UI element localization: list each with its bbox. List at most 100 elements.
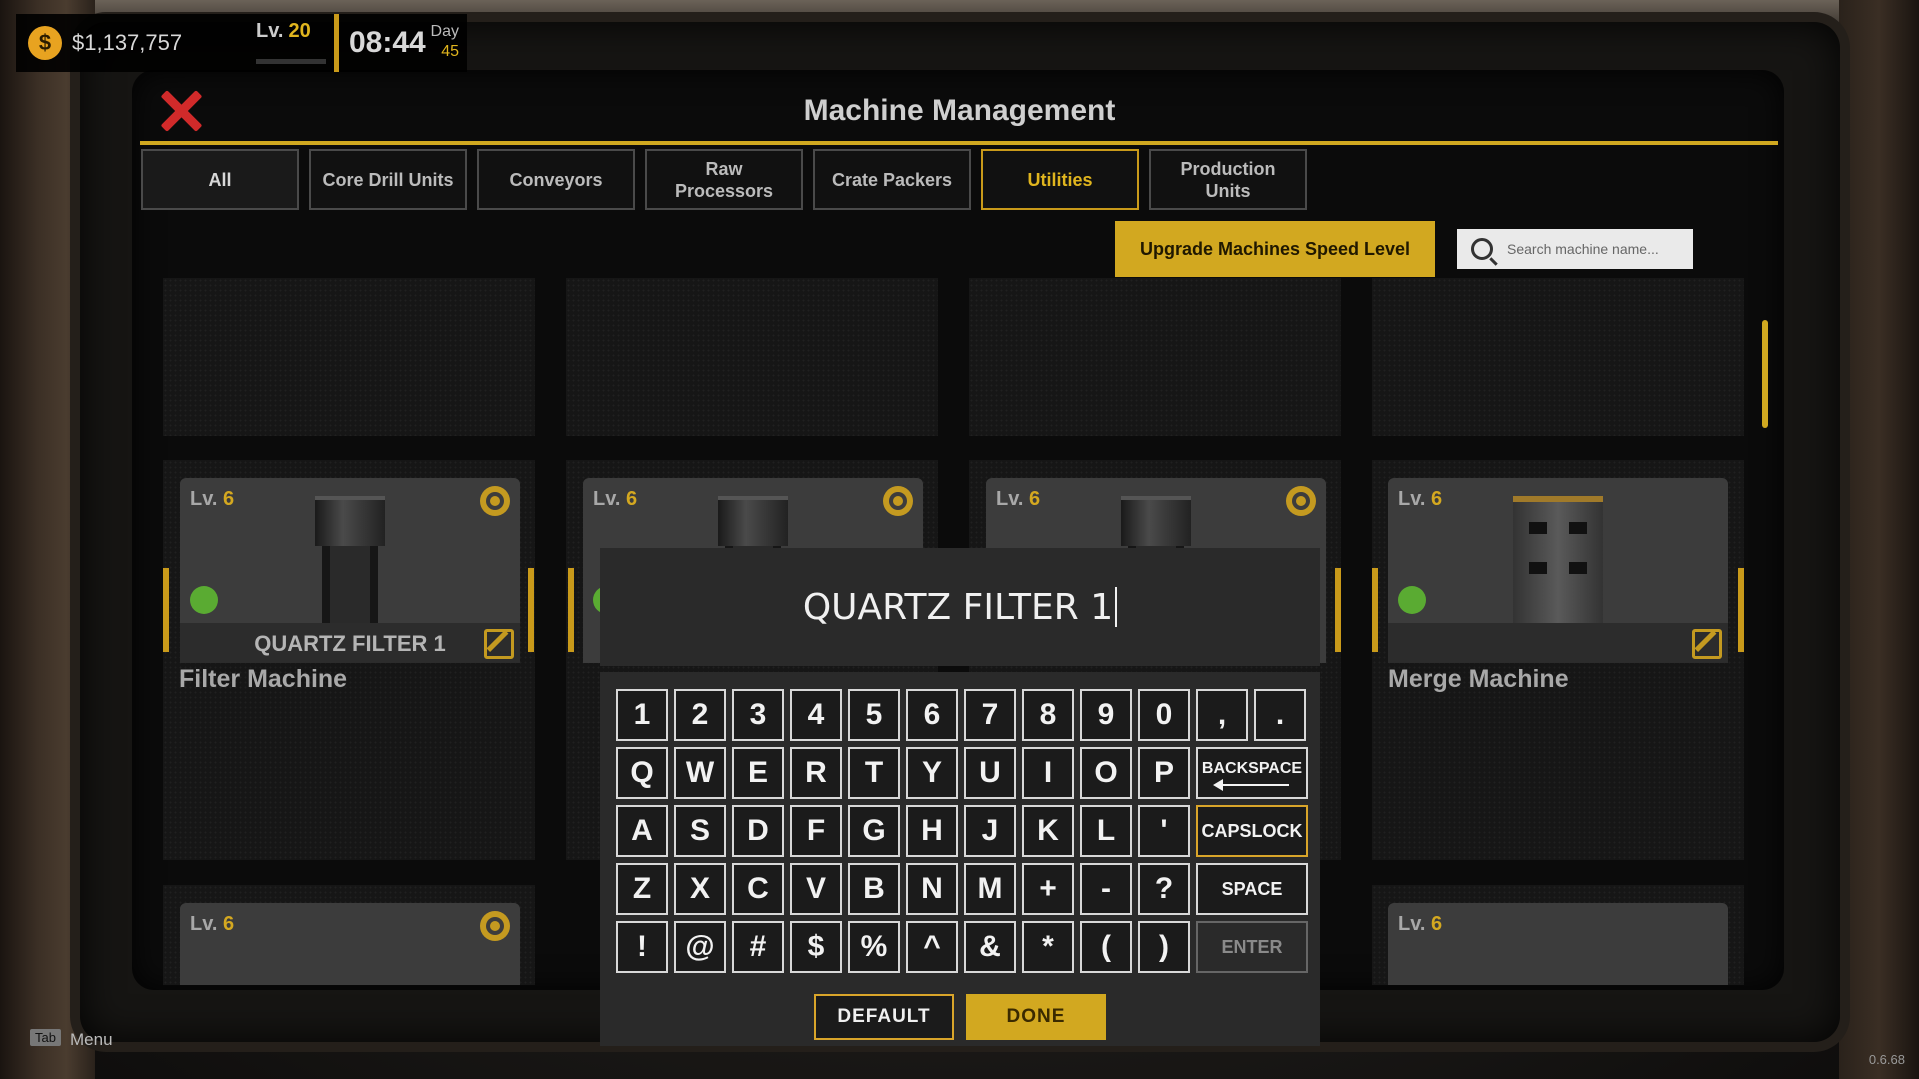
- level-value: 20: [288, 20, 311, 42]
- key[interactable]: G: [848, 805, 900, 857]
- key[interactable]: S: [674, 805, 726, 857]
- key[interactable]: I: [1022, 747, 1074, 799]
- key[interactable]: A: [616, 805, 668, 857]
- search-box[interactable]: Search machine name...: [1457, 229, 1693, 269]
- key[interactable]: K: [1022, 805, 1074, 857]
- default-button[interactable]: DEFAULT: [814, 994, 954, 1040]
- key[interactable]: 6: [906, 689, 958, 741]
- key[interactable]: H: [906, 805, 958, 857]
- key[interactable]: *: [1022, 921, 1074, 973]
- key[interactable]: ,: [1196, 689, 1248, 741]
- key[interactable]: &: [964, 921, 1016, 973]
- key[interactable]: 2: [674, 689, 726, 741]
- key[interactable]: @: [674, 921, 726, 973]
- key[interactable]: 8: [1022, 689, 1074, 741]
- key[interactable]: L: [1080, 805, 1132, 857]
- search-input[interactable]: Search machine name...: [1507, 241, 1659, 257]
- tab-conveyors[interactable]: Conveyors: [477, 149, 635, 210]
- capslock-key[interactable]: CAPSLOCK: [1196, 805, 1308, 857]
- key[interactable]: 7: [964, 689, 1016, 741]
- key[interactable]: ?: [1138, 863, 1190, 915]
- level-label: Lv.: [593, 488, 621, 510]
- machine-card[interactable]: Lv. 6: [180, 903, 520, 985]
- level-label: Lv.: [190, 488, 218, 510]
- card-type: Merge Machine: [1388, 665, 1569, 693]
- tab-production-units[interactable]: Production Units: [1149, 149, 1307, 210]
- key[interactable]: Q: [616, 747, 668, 799]
- key[interactable]: 9: [1080, 689, 1132, 741]
- machine-card[interactable]: Lv. 6: [1388, 903, 1728, 985]
- key[interactable]: %: [848, 921, 900, 973]
- key[interactable]: X: [674, 863, 726, 915]
- search-icon: [1471, 238, 1493, 260]
- done-button[interactable]: DONE: [966, 994, 1106, 1040]
- key[interactable]: 5: [848, 689, 900, 741]
- machine-card[interactable]: Lv. 6: [1388, 478, 1728, 663]
- key[interactable]: F: [790, 805, 842, 857]
- level-label: Lv.: [1398, 913, 1426, 935]
- key[interactable]: U: [964, 747, 1016, 799]
- key[interactable]: R: [790, 747, 842, 799]
- key[interactable]: E: [732, 747, 784, 799]
- key[interactable]: O: [1080, 747, 1132, 799]
- key[interactable]: 1: [616, 689, 668, 741]
- level-value: 6: [1028, 488, 1041, 510]
- gear-icon[interactable]: [480, 486, 510, 516]
- key[interactable]: W: [674, 747, 726, 799]
- filter-machine-icon: [315, 496, 385, 636]
- key[interactable]: B: [848, 863, 900, 915]
- coin-icon: $: [28, 26, 62, 60]
- key[interactable]: J: [964, 805, 1016, 857]
- gear-icon[interactable]: [1286, 486, 1316, 516]
- machine-card[interactable]: Lv. 6 QUARTZ FILTER 1: [180, 478, 520, 663]
- key[interactable]: #: [732, 921, 784, 973]
- tab-utilities[interactable]: Utilities: [981, 149, 1139, 210]
- tab-all[interactable]: All: [141, 149, 299, 210]
- key[interactable]: C: [732, 863, 784, 915]
- backspace-arrow-icon: [1213, 779, 1289, 791]
- key[interactable]: ): [1138, 921, 1190, 973]
- key[interactable]: $: [790, 921, 842, 973]
- key[interactable]: M: [964, 863, 1016, 915]
- backspace-key[interactable]: BACKSPACE: [1196, 747, 1308, 799]
- keyboard-row-zxcv: Z X C V B N M + -? SPACE: [616, 863, 1308, 915]
- tab-raw-processors[interactable]: Raw Processors: [645, 149, 803, 210]
- enter-key[interactable]: ENTER: [1196, 921, 1308, 973]
- key[interactable]: 3: [732, 689, 784, 741]
- key[interactable]: Z: [616, 863, 668, 915]
- key[interactable]: D: [732, 805, 784, 857]
- key[interactable]: Y: [906, 747, 958, 799]
- level-label: Lv.: [1398, 488, 1426, 510]
- key[interactable]: T: [848, 747, 900, 799]
- edit-icon[interactable]: [484, 629, 514, 659]
- upgrade-speed-button[interactable]: Upgrade Machines Speed Level: [1115, 221, 1435, 277]
- key[interactable]: -: [1080, 863, 1132, 915]
- backspace-label: BACKSPACE: [1201, 760, 1303, 777]
- edit-icon[interactable]: [1692, 629, 1722, 659]
- menu-hint[interactable]: Menu: [70, 1030, 113, 1050]
- key[interactable]: 4: [790, 689, 842, 741]
- key[interactable]: !: [616, 921, 668, 973]
- key[interactable]: ^: [906, 921, 958, 973]
- key[interactable]: (: [1080, 921, 1132, 973]
- keyboard-row-numbers: 1234567890,.: [616, 689, 1306, 741]
- panel-title: Machine Management: [803, 94, 1116, 127]
- key[interactable]: V: [790, 863, 842, 915]
- key[interactable]: +: [1022, 863, 1074, 915]
- key[interactable]: 0: [1138, 689, 1190, 741]
- tab-core-drill-units[interactable]: Core Drill Units: [309, 149, 467, 210]
- scrollbar-thumb[interactable]: [1762, 320, 1768, 428]
- key[interactable]: .: [1254, 689, 1306, 741]
- gear-icon[interactable]: [883, 486, 913, 516]
- version-label: 0.6.68: [1868, 1052, 1905, 1067]
- keyboard-row-qwerty: Q W E R T Y U I O P BACKSPACE: [616, 747, 1308, 799]
- gear-icon[interactable]: [480, 911, 510, 941]
- key[interactable]: N: [906, 863, 958, 915]
- key[interactable]: P: [1138, 747, 1190, 799]
- rename-input[interactable]: QUARTZ FILTER 1: [600, 548, 1320, 666]
- tab-key-hint: Tab: [30, 1029, 61, 1046]
- key[interactable]: ': [1138, 805, 1190, 857]
- space-key[interactable]: SPACE: [1196, 863, 1308, 915]
- card-highlight: [163, 568, 169, 652]
- tab-crate-packers[interactable]: Crate Packers: [813, 149, 971, 210]
